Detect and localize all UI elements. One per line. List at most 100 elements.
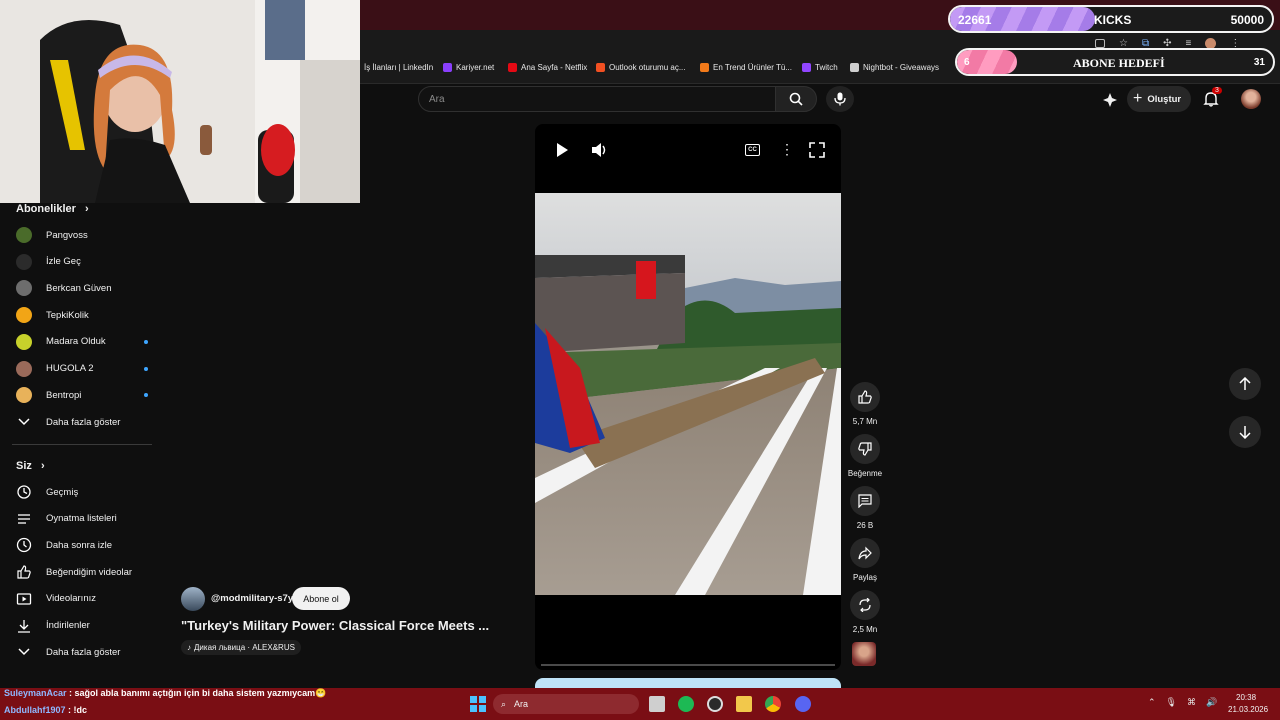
dislike-button[interactable]: Beğenme — [848, 434, 882, 478]
chrome-icon[interactable] — [765, 696, 781, 712]
subscription-label: HUGOLA 2 — [46, 363, 94, 374]
netflix-icon — [508, 62, 517, 72]
fullscreen-icon — [809, 142, 825, 158]
profile-icon[interactable] — [1205, 37, 1217, 49]
bookmark-item[interactable]: Ana Sayfa - Netflix — [508, 62, 587, 72]
next-short-button[interactable] — [1229, 416, 1261, 448]
chevron-down-icon — [16, 644, 32, 660]
music-chip[interactable]: ♪ Дикая львица · ALEX&RUS — [181, 640, 301, 655]
subscription-item[interactable]: Berkcan Güven — [16, 278, 156, 298]
subscription-item[interactable]: TepkiKolik — [16, 305, 156, 325]
volume-button[interactable] — [591, 142, 609, 158]
bookmark-item[interactable]: Kariyer.net — [443, 62, 494, 72]
create-button[interactable]: + Oluştur — [1127, 86, 1191, 112]
subs-label: ABONE HEDEFİ — [1073, 56, 1165, 70]
bookmark-item[interactable]: Outlook oturumu aç... — [596, 62, 685, 72]
subscriber-goal-bar: 6 ABONE HEDEFİ 31 — [955, 48, 1275, 76]
video-image — [535, 193, 841, 595]
network-icon[interactable]: ⌘ — [1187, 697, 1196, 711]
bookmark-item[interactable]: Nightbot - Giveaways — [850, 62, 939, 72]
dislike-label: Beğenme — [847, 469, 883, 478]
subscription-item[interactable]: Bentropi — [16, 385, 156, 405]
you-item[interactable]: Beğendiğim videolar — [16, 562, 156, 582]
like-count: 5,7 Mn — [852, 417, 878, 426]
subscription-item[interactable]: HUGOLA 2 — [16, 359, 156, 379]
chevron-up-icon[interactable]: ⌃ — [1148, 697, 1156, 711]
channel-avatar[interactable] — [181, 587, 205, 611]
show-more-you[interactable]: Daha fazla göster — [16, 642, 156, 662]
video-progress-track[interactable] — [541, 664, 835, 666]
previous-short-button[interactable] — [1229, 368, 1261, 400]
remix-button[interactable]: 2,5 Mn — [848, 590, 882, 634]
bookmark-item[interactable]: İş İlanları | LinkedIn — [364, 62, 433, 72]
clock-date[interactable]: 21.03.2026 — [1228, 705, 1268, 714]
download-icon — [16, 618, 32, 634]
thumb-down-icon — [858, 442, 872, 456]
gaming-icon[interactable] — [1102, 92, 1118, 108]
search-input[interactable]: Ara — [418, 86, 776, 112]
subscription-item[interactable]: Madara Olduk — [16, 332, 156, 352]
share-button[interactable]: Paylaş — [848, 538, 882, 582]
you-item[interactable]: Oynatma listeleri — [16, 509, 156, 529]
subscription-label: Berkcan Güven — [46, 282, 112, 294]
you-heading[interactable]: Siz › — [16, 460, 45, 472]
github-icon[interactable] — [707, 696, 723, 712]
like-button[interactable]: 5,7 Mn — [848, 382, 882, 426]
twitch-icon — [802, 62, 811, 72]
subscription-item[interactable]: Pangvoss — [16, 225, 156, 245]
subscriptions-heading[interactable]: Abonelikler › — [16, 203, 89, 215]
channel-handle[interactable]: @modmilitary-s7y — [211, 593, 293, 604]
notifications-button[interactable]: 3 — [1203, 87, 1222, 109]
captions-button[interactable]: CC — [745, 144, 760, 156]
extension-icon[interactable]: ⧉ — [1142, 38, 1149, 49]
you-item-label: Beğendiğim videolar — [46, 566, 133, 578]
speaker-icon[interactable]: 🔊 — [1206, 697, 1217, 711]
bookmark-label: En Trend Ürünler Tü... — [713, 62, 792, 72]
video-title[interactable]: "Turkey's Military Power: Classical Forc… — [181, 618, 489, 633]
more-options-button[interactable]: ⋮ — [780, 141, 794, 159]
webcam-image — [0, 0, 360, 203]
sound-thumbnail[interactable] — [852, 642, 876, 666]
you-item[interactable]: Daha sonra izle — [16, 535, 156, 555]
avatar[interactable] — [1241, 89, 1261, 109]
search-button[interactable] — [775, 86, 817, 112]
voice-search-button[interactable] — [826, 86, 854, 112]
taskbar-search[interactable]: ⌕ Ara — [493, 694, 639, 714]
subscription-item[interactable]: İzle Geç — [16, 252, 156, 272]
bookmark-label: Nightbot - Giveaways — [863, 62, 940, 72]
puzzle-icon[interactable]: ✣ — [1163, 38, 1171, 49]
bookmark-item[interactable]: En Trend Ürünler Tü... — [700, 62, 792, 72]
next-short-preview[interactable] — [535, 678, 841, 688]
subscribe-button[interactable]: Abone ol — [292, 587, 350, 610]
fullscreen-button[interactable] — [809, 142, 825, 158]
install-icon[interactable] — [1095, 38, 1105, 48]
more-vert-icon: ⋮ — [780, 141, 794, 157]
comments-button[interactable]: 26 B — [848, 486, 882, 530]
menu-icon[interactable]: ⋮ — [1230, 38, 1240, 49]
you-item[interactable]: Videolarınız — [16, 589, 156, 609]
discord-icon[interactable] — [795, 696, 811, 712]
play-button[interactable] — [555, 142, 571, 158]
windows-start-button[interactable] — [470, 696, 486, 712]
webcam-feed — [0, 0, 360, 203]
list-icon[interactable]: ≡ — [1186, 38, 1192, 49]
microphone-icon[interactable]: 🎙 — [1166, 697, 1177, 711]
you-item[interactable]: İndirilenler — [16, 616, 156, 636]
you-item-label: Oynatma listeleri — [46, 513, 117, 525]
file-explorer-icon[interactable] — [736, 696, 752, 712]
spotify-icon[interactable] — [678, 696, 694, 712]
clock-time[interactable]: 20:38 — [1236, 693, 1256, 702]
volume-icon — [592, 143, 606, 157]
show-more-subscriptions[interactable]: Daha fazla göster — [16, 412, 156, 432]
channel-avatar — [16, 280, 32, 297]
arrow-up-icon — [1239, 377, 1251, 390]
you-item[interactable]: Geçmiş — [16, 482, 156, 502]
task-view-icon[interactable] — [649, 696, 665, 712]
bookmark-item[interactable]: Twitch — [802, 62, 838, 72]
channel-avatar — [16, 227, 32, 243]
system-tray: ⌃ 🎙 ⌘ 🔊 — [1148, 697, 1218, 711]
playlist-icon — [16, 511, 32, 527]
captions-icon: CC — [748, 147, 757, 153]
new-content-dot — [144, 339, 148, 344]
star-icon[interactable]: ☆ — [1119, 38, 1128, 49]
